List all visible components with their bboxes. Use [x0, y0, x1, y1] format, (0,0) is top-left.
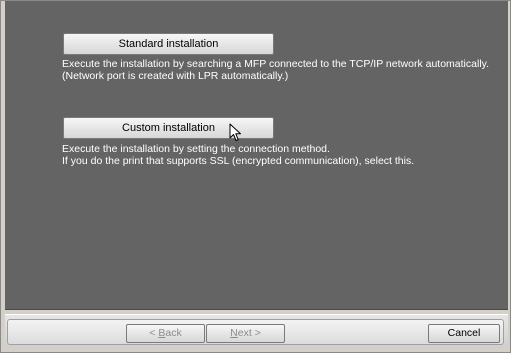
standard-installation-description: Execute the installation by searching a … [62, 58, 502, 82]
custom-description-line: Execute the installation by setting the … [62, 143, 330, 155]
installation-options-panel: Standard installation Execute the instal… [5, 1, 508, 310]
standard-description-line: (Network port is created with LPR automa… [62, 70, 289, 82]
custom-description-line: If you do the print that supports SSL (e… [62, 155, 415, 167]
next-label: ext > [237, 327, 261, 339]
back-prefix: < [149, 327, 159, 339]
footer-button-bar: < Back Next > Cancel [7, 319, 504, 345]
cancel-button[interactable]: Cancel [428, 324, 500, 343]
mouse-pointer-icon [229, 123, 241, 141]
next-mnemonic: N [230, 327, 238, 339]
next-button[interactable]: Next > [206, 324, 285, 343]
back-label: ack [165, 327, 182, 339]
custom-installation-description: Execute the installation by setting the … [62, 143, 502, 167]
installer-window: Standard installation Execute the instal… [0, 0, 511, 353]
back-button[interactable]: < Back [126, 324, 205, 343]
wizard-footer: < Back Next > Cancel [5, 314, 508, 348]
standard-description-line: Execute the installation by searching a … [62, 58, 490, 70]
standard-installation-button[interactable]: Standard installation [63, 33, 274, 55]
